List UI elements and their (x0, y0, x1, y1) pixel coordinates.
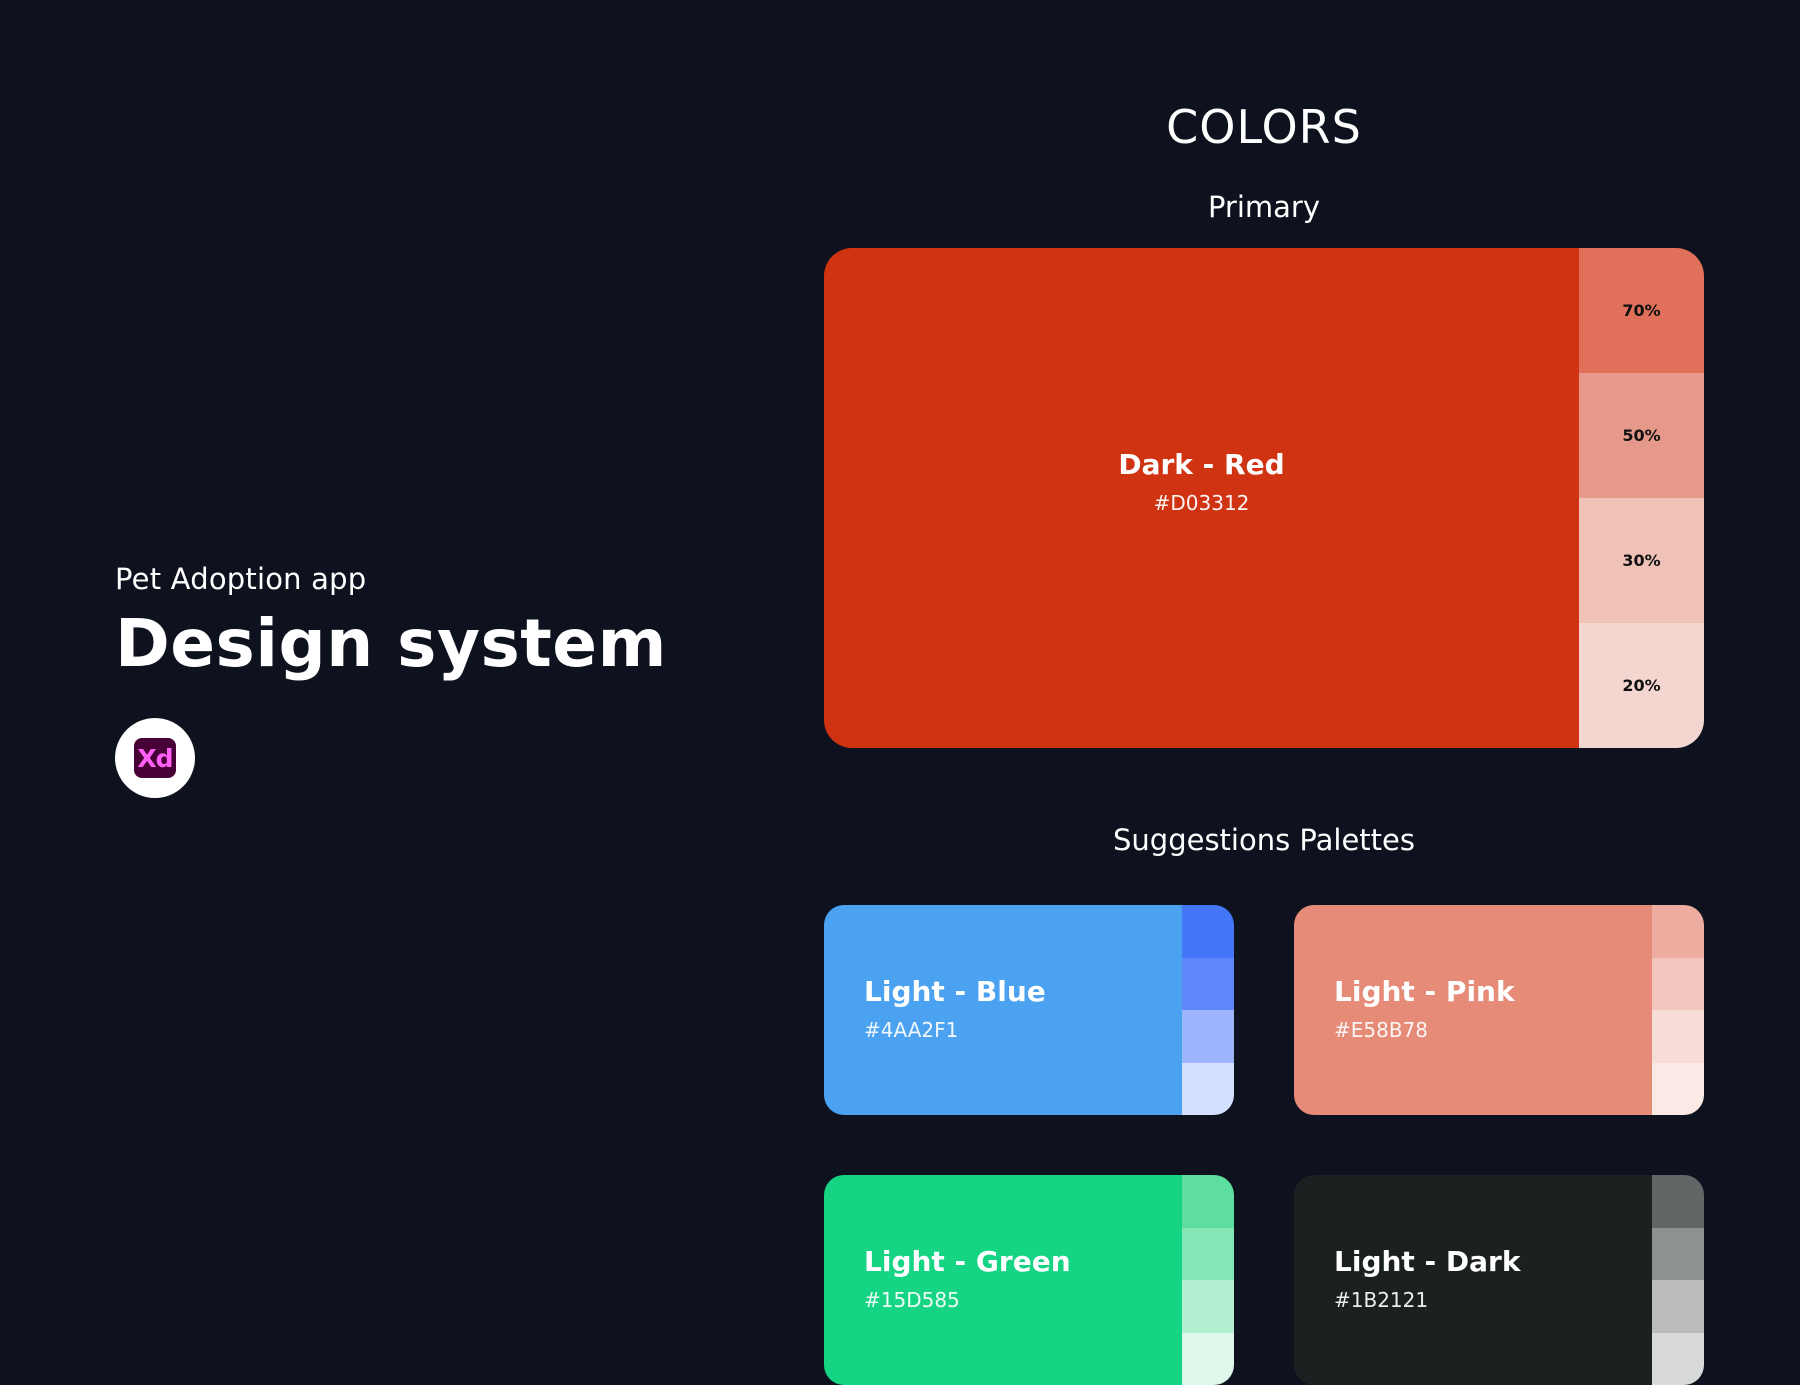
palette-shades (1182, 905, 1234, 1115)
primary-color-card: Dark - Red #D03312 70% 50% 30% 20% (824, 248, 1704, 748)
palette-hex: #1B2121 (1334, 1288, 1652, 1312)
shade-1 (1182, 1175, 1234, 1228)
palette-hex: #4AA2F1 (864, 1018, 1182, 1042)
palette-name: Light - Green (864, 1245, 1182, 1278)
shade-4 (1182, 1333, 1234, 1385)
palette-card-pink: Light - Pink #E58B78 (1294, 905, 1704, 1115)
shade-2 (1182, 958, 1234, 1011)
primary-color-hex: #D03312 (1154, 491, 1250, 515)
suggestions-heading: Suggestions Palettes (824, 823, 1704, 857)
shade-2 (1652, 958, 1704, 1011)
page-title: Design system (115, 604, 667, 683)
adobe-xd-badge: Xd (115, 718, 195, 798)
app-subtitle: Pet Adoption app (115, 562, 667, 596)
shade-3 (1182, 1280, 1234, 1333)
shade-2 (1652, 1228, 1704, 1281)
primary-heading: Primary (824, 190, 1704, 224)
shade-3 (1182, 1010, 1234, 1063)
primary-swatch: Dark - Red #D03312 (824, 248, 1579, 748)
shade-2 (1182, 1228, 1234, 1281)
colors-heading: COLORS (824, 100, 1704, 154)
tint-50: 50% (1579, 373, 1704, 498)
palette-swatch: Light - Blue #4AA2F1 (824, 905, 1182, 1115)
palette-hex: #E58B78 (1334, 1018, 1652, 1042)
palette-card-dark: Light - Dark #1B2121 (1294, 1175, 1704, 1385)
primary-color-name: Dark - Red (1118, 448, 1284, 481)
palette-shades (1652, 905, 1704, 1115)
palette-card-blue: Light - Blue #4AA2F1 (824, 905, 1234, 1115)
palette-shades (1652, 1175, 1704, 1385)
palette-swatch: Light - Green #15D585 (824, 1175, 1182, 1385)
shade-3 (1652, 1280, 1704, 1333)
palette-hex: #15D585 (864, 1288, 1182, 1312)
tint-20: 20% (1579, 623, 1704, 748)
shade-4 (1652, 1333, 1704, 1385)
tint-70: 70% (1579, 248, 1704, 373)
shade-4 (1652, 1063, 1704, 1116)
palette-shades (1182, 1175, 1234, 1385)
palette-name: Light - Blue (864, 975, 1182, 1008)
adobe-xd-icon: Xd (134, 738, 176, 778)
palette-card-green: Light - Green #15D585 (824, 1175, 1234, 1385)
shade-1 (1652, 1175, 1704, 1228)
palette-swatch: Light - Pink #E58B78 (1294, 905, 1652, 1115)
palette-name: Light - Pink (1334, 975, 1652, 1008)
primary-tints: 70% 50% 30% 20% (1579, 248, 1704, 748)
palette-name: Light - Dark (1334, 1245, 1652, 1278)
title-block: Pet Adoption app Design system (115, 562, 667, 683)
shade-4 (1182, 1063, 1234, 1116)
shade-1 (1182, 905, 1234, 958)
shade-1 (1652, 905, 1704, 958)
palette-swatch: Light - Dark #1B2121 (1294, 1175, 1652, 1385)
tint-30: 30% (1579, 498, 1704, 623)
shade-3 (1652, 1010, 1704, 1063)
